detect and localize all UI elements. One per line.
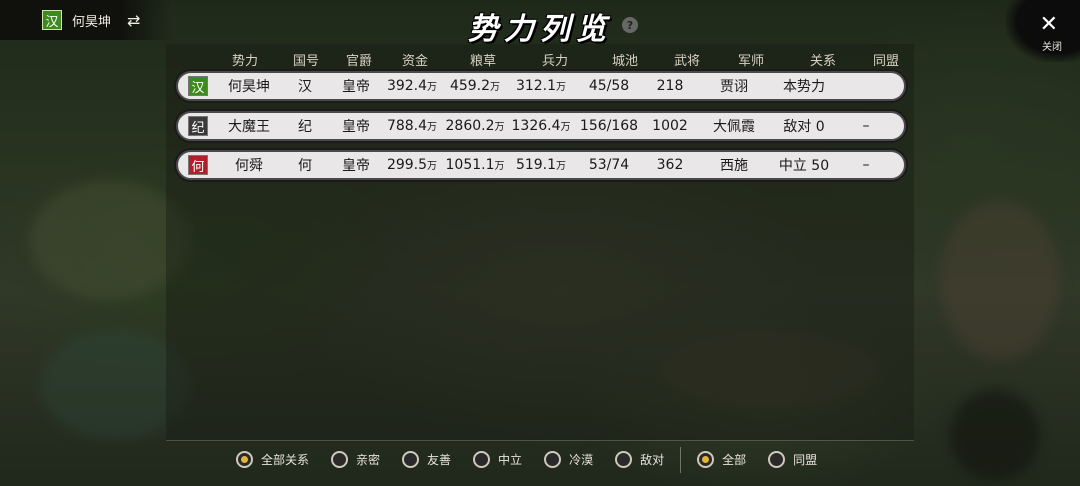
faction-gold: 299.5万 <box>386 157 438 173</box>
header-cities: 城池 <box>611 53 638 69</box>
filter-alliance-allied[interactable]: 同盟 <box>768 451 817 468</box>
help-icon[interactable]: ? <box>622 17 638 33</box>
table-row[interactable]: 汉 何昊坤 汉 皇帝 392.4万 459.2万 312.1万 45/58 21… <box>176 71 906 101</box>
faction-generals: 362 <box>656 157 684 173</box>
table-row[interactable]: 何 何舜 何 皇帝 299.5万 1051.1万 519.1万 53/74 36… <box>176 150 906 180</box>
faction-flag: 汉 <box>188 76 208 96</box>
radio-icon <box>473 451 491 468</box>
header-rank: 官爵 <box>345 53 372 69</box>
filter-relation-cold[interactable]: 冷漠 <box>544 451 593 468</box>
table-row[interactable]: 纪 大魔王 纪 皇帝 788.4万 2860.2万 1326.4万 156/16… <box>176 111 906 141</box>
filter-divider <box>680 446 682 473</box>
radio-icon <box>236 451 253 468</box>
faction-nation: 汉 <box>298 79 312 95</box>
radio-icon <box>544 451 562 468</box>
radio-icon <box>615 451 633 468</box>
header-advisor: 军师 <box>737 53 764 69</box>
filter-relation-hostile[interactable]: 敌对 <box>615 451 664 468</box>
faction-generals: 218 <box>656 78 684 94</box>
faction-advisor: 大佩霞 <box>713 119 755 135</box>
close-button[interactable]: ✕ 关闭 <box>1006 0 1080 62</box>
faction-nation: 纪 <box>298 119 312 135</box>
radio-icon <box>402 451 420 468</box>
header-nation: 国号 <box>292 53 319 69</box>
faction-advisor: 贾诩 <box>720 79 748 95</box>
filter-relation-neutral[interactable]: 中立 <box>473 451 522 468</box>
faction-cities: 45/58 <box>588 78 630 94</box>
faction-troops: 312.1万 <box>515 78 567 94</box>
faction-food: 459.2万 <box>449 78 501 94</box>
faction-advisor: 西施 <box>720 158 748 174</box>
header-food: 粮草 <box>469 53 496 69</box>
page-title: 势力列览 <box>468 12 612 47</box>
filter-relation-friendly[interactable]: 友善 <box>402 451 451 468</box>
filter-alliance-all[interactable]: 全部 <box>697 451 746 468</box>
radio-icon <box>768 451 786 468</box>
faction-relation: 本势力 <box>783 79 825 95</box>
faction-name: 何昊坤 <box>228 79 270 95</box>
faction-flag: 纪 <box>188 116 208 136</box>
radio-icon <box>331 451 349 468</box>
faction-relation: 敌对 0 <box>783 119 825 135</box>
close-icon: ✕ <box>1039 12 1058 37</box>
faction-food: 1051.1万 <box>445 157 505 173</box>
faction-cities: 53/74 <box>588 157 630 173</box>
header-relation: 关系 <box>809 53 836 69</box>
faction-name: 大魔王 <box>228 119 270 135</box>
header-gold: 资金 <box>401 53 428 69</box>
header-troops: 兵力 <box>541 53 568 69</box>
faction-rank: 皇帝 <box>342 158 370 174</box>
faction-relation: 中立 50 <box>778 158 830 174</box>
faction-alliance: – <box>862 118 870 134</box>
header-generals: 武将 <box>673 53 700 69</box>
close-label: 关闭 <box>1042 42 1062 53</box>
header-alliance: 同盟 <box>872 53 899 69</box>
faction-alliance: – <box>862 157 870 173</box>
faction-food: 2860.2万 <box>445 118 505 134</box>
table-header: 势力 国号 官爵 资金 粮草 兵力 城池 武将 军师 关系 同盟 <box>166 48 914 70</box>
faction-gold: 788.4万 <box>386 118 438 134</box>
faction-generals: 1002 <box>652 118 688 134</box>
filter-bar: 全部关系 亲密 友善 中立 冷漠 敌对 全部 同盟 <box>166 440 914 478</box>
header-faction: 势力 <box>231 53 258 69</box>
faction-troops: 1326.4万 <box>511 118 571 134</box>
faction-troops: 519.1万 <box>515 157 567 173</box>
faction-rank: 皇帝 <box>342 119 370 135</box>
filter-relation-intimate[interactable]: 亲密 <box>331 451 380 468</box>
faction-nation: 何 <box>298 158 312 174</box>
filter-relation-all[interactable]: 全部关系 <box>236 451 309 468</box>
faction-rank: 皇帝 <box>342 79 370 95</box>
faction-table: 势力 国号 官爵 资金 粮草 兵力 城池 武将 军师 关系 同盟 汉 何昊坤 汉… <box>166 44 914 440</box>
radio-icon <box>697 451 715 468</box>
faction-name: 何舜 <box>235 158 263 174</box>
faction-flag: 何 <box>188 155 208 175</box>
faction-gold: 392.4万 <box>386 78 438 94</box>
faction-cities: 156/168 <box>579 118 639 134</box>
